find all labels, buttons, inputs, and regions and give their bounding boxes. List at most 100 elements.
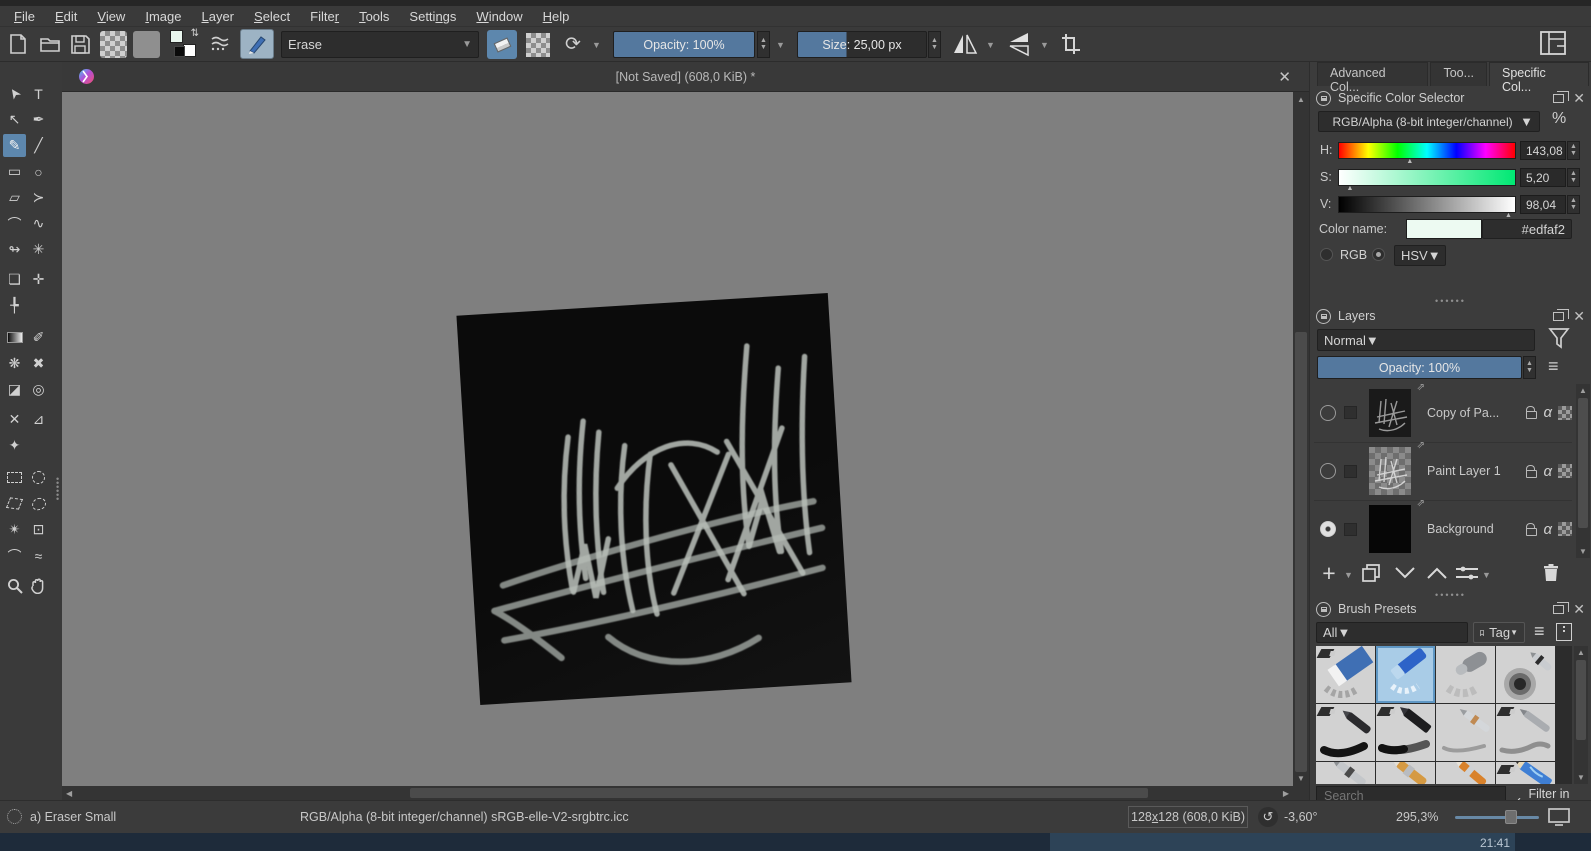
layer-list-scrollbar[interactable]: ▲ ▼ xyxy=(1576,384,1590,558)
layer-row-copy-of-pa---[interactable]: ⇗Copy of Pa...α xyxy=(1314,384,1572,441)
menu-filter[interactable]: Filter xyxy=(300,8,349,25)
tool-gradient-icon[interactable] xyxy=(3,326,26,349)
docker-splitter-handle[interactable]: •••••• xyxy=(1310,592,1591,598)
tool-fill-icon[interactable]: ◪ xyxy=(3,378,26,401)
color-model-dropdown[interactable]: HSV ▼ xyxy=(1394,245,1446,266)
slider-marker-icon[interactable]: ▲ xyxy=(1347,185,1354,192)
layer-visibility-icon[interactable] xyxy=(1320,521,1336,537)
fit-to-screen-icon[interactable] xyxy=(1548,808,1570,826)
mirror-horizontal-arrow-icon[interactable]: ▼ xyxy=(986,40,995,50)
tool-line-icon[interactable]: ╱ xyxy=(27,134,50,157)
delete-layer-button[interactable] xyxy=(1538,560,1564,586)
layer-lock-icon[interactable] xyxy=(1526,470,1537,478)
docker-tab-advancedcol[interactable]: Advanced Col... xyxy=(1317,62,1428,86)
preset-filter-dropdown[interactable]: All ▼ xyxy=(1316,622,1468,643)
panel-lock-icon[interactable] xyxy=(1316,602,1331,617)
save-button[interactable] xyxy=(66,30,94,58)
menu-tools[interactable]: Tools xyxy=(349,8,399,25)
layer-properties-button[interactable] xyxy=(1454,560,1480,586)
canvas-viewport[interactable] xyxy=(62,92,1293,786)
menu-layer[interactable]: Layer xyxy=(191,8,244,25)
layer-inherit-alpha-icon[interactable] xyxy=(1558,464,1572,478)
close-panel-icon[interactable]: ✕ xyxy=(1573,90,1585,107)
tool-zoom-icon[interactable] xyxy=(3,574,26,597)
add-layer-button[interactable]: + xyxy=(1316,560,1342,586)
canvas-horizontal-scrollbar[interactable]: ◀ ▶ xyxy=(62,786,1309,800)
docker-tab-too[interactable]: Too... xyxy=(1430,62,1487,86)
tool-assistants-icon[interactable]: ✕ xyxy=(3,408,26,431)
tool-colorize-mask-icon[interactable]: ❋ xyxy=(3,352,26,375)
scroll-left-icon[interactable]: ◀ xyxy=(66,789,72,798)
tool-rect-select-icon[interactable] xyxy=(3,466,26,489)
channel-slider-val[interactable]: ▲ xyxy=(1338,196,1516,213)
tool-enclose-fill-icon[interactable]: ◎ xyxy=(27,378,50,401)
menu-settings[interactable]: Settings xyxy=(399,8,466,25)
color-hex-field[interactable]: #edfaf2 xyxy=(1482,219,1572,239)
preset-list-view-icon[interactable]: ≡ xyxy=(1534,621,1545,642)
gradient-chooser[interactable] xyxy=(100,31,127,58)
layer-filter-icon[interactable] xyxy=(1548,327,1570,351)
slider-marker-icon[interactable]: ▲ xyxy=(1505,212,1512,219)
brush-preset-dropdown[interactable]: Erase ▼ xyxy=(281,31,479,58)
canvas-rotation-icon[interactable]: ↺ xyxy=(1258,807,1278,827)
image-dimensions-button[interactable]: 128 x 128 (608,0 KiB) xyxy=(1128,806,1248,828)
channel-value-sat[interactable]: 5,20 xyxy=(1520,168,1566,187)
menu-file[interactable]: File xyxy=(4,8,45,25)
zoom-slider[interactable] xyxy=(1455,816,1539,819)
tool-transform-icon[interactable]: ❏ xyxy=(3,268,26,291)
size-slider[interactable]: Size: 25,00 px xyxy=(797,31,927,58)
brush-preset-eraser-small[interactable] xyxy=(1376,646,1435,703)
tool-smart-patch-icon[interactable]: ✖ xyxy=(27,352,50,375)
layer-lock-icon[interactable] xyxy=(1526,528,1537,536)
tool-edit-shapes-icon[interactable]: ↖ xyxy=(3,108,26,131)
brush-preset-ink-pen[interactable] xyxy=(1496,704,1555,761)
menu-select[interactable]: Select xyxy=(244,8,300,25)
brush-preset-brush-wood[interactable] xyxy=(1376,762,1435,784)
tool-sample-select-icon[interactable]: ⊡ xyxy=(27,518,50,541)
menu-help[interactable]: Help xyxy=(533,8,580,25)
brush-preset-marker-dry[interactable] xyxy=(1376,704,1435,761)
layer-select-square[interactable] xyxy=(1344,406,1357,419)
horizontal-scroll-thumb[interactable] xyxy=(410,788,1148,798)
tool-measure-icon[interactable]: ⊿ xyxy=(27,408,50,431)
layer-visibility-icon[interactable] xyxy=(1320,463,1336,479)
eraser-mode-toggle[interactable] xyxy=(487,30,517,59)
tool-dynamic-brush-icon[interactable]: ↬ xyxy=(3,238,26,261)
mirror-horizontal-button[interactable] xyxy=(952,31,978,57)
hsv-radio[interactable] xyxy=(1372,248,1385,261)
brush-preset-eraser-soft[interactable] xyxy=(1436,646,1495,703)
brush-preset-ink-pen-rough[interactable] xyxy=(1316,704,1375,761)
tool-color-sampler-icon[interactable]: ✐ xyxy=(27,326,50,349)
percent-toggle[interactable]: % xyxy=(1552,110,1566,128)
tool-magnetic-select-icon[interactable]: ≈ xyxy=(27,544,50,567)
menu-window[interactable]: Window xyxy=(466,8,532,25)
layer-opacity-slider[interactable]: Opacity: 100% xyxy=(1317,356,1522,379)
swap-colors-icon[interactable]: ⇅ xyxy=(191,28,199,39)
blend-mode-dropdown[interactable]: Normal ▼ xyxy=(1317,329,1535,351)
mirror-vertical-button[interactable] xyxy=(1006,31,1032,57)
float-panel-icon[interactable] xyxy=(1553,312,1564,321)
layer-options-icon[interactable]: ≡ xyxy=(1548,356,1559,377)
mirror-vertical-arrow-icon[interactable]: ▼ xyxy=(1040,40,1049,50)
move-layer-up-button[interactable] xyxy=(1424,560,1450,586)
workspace-chooser-button[interactable] xyxy=(1540,31,1566,55)
canvas-tab-close-icon[interactable]: ✕ xyxy=(1278,68,1291,86)
size-spinner[interactable]: ▲▼ xyxy=(928,31,941,58)
brush-preset-brush-orange[interactable] xyxy=(1436,762,1495,784)
zoom-slider-handle[interactable] xyxy=(1505,810,1517,824)
tool-freehand-brush-icon[interactable]: ✎ xyxy=(3,134,26,157)
layer-name[interactable]: Paint Layer 1 xyxy=(1427,464,1501,478)
scroll-down-icon[interactable]: ▼ xyxy=(1579,547,1587,556)
layer-row-background[interactable]: ⇗Backgroundα xyxy=(1314,500,1572,557)
layer-thumbnail[interactable]: ⇗ xyxy=(1369,505,1411,553)
channel-spinner-hue[interactable]: ▲▼ xyxy=(1567,141,1580,160)
tool-move-icon[interactable]: ✛ xyxy=(27,268,50,291)
channel-value-val[interactable]: 98,04 xyxy=(1520,195,1566,214)
opacity-slider[interactable]: Opacity: 100% xyxy=(613,31,755,58)
channel-spinner-sat[interactable]: ▲▼ xyxy=(1567,168,1580,187)
tool-text-icon[interactable]: T xyxy=(27,82,50,105)
reload-preset-button[interactable]: ⟳ xyxy=(560,31,586,57)
channel-value-hue[interactable]: 143,08 xyxy=(1520,141,1566,160)
scroll-up-icon[interactable]: ▲ xyxy=(1579,386,1587,395)
panel-lock-icon[interactable] xyxy=(1316,91,1331,106)
